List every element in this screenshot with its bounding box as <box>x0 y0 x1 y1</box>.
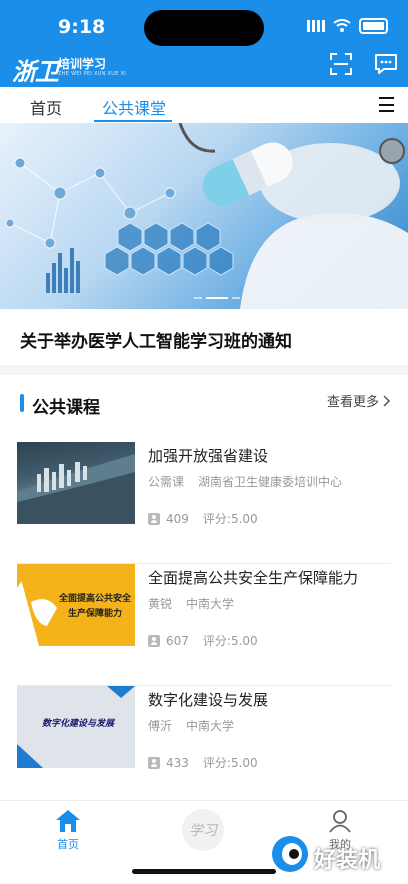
study-icon: 学习 <box>182 809 224 851</box>
app-header: 9:18 浙卫 培训学习 ZHE WEI PEI XUN XUE XI <box>0 0 408 87</box>
course-org: 湖南省卫生健康委培训中心 <box>198 475 343 489</box>
learner-count: 607 <box>166 633 189 648</box>
course-score: 评分:5.00 <box>202 512 258 526</box>
status-icons <box>307 18 388 34</box>
nav-study-label: 学习 <box>189 823 217 839</box>
watermark-text: 好装机 <box>314 848 381 873</box>
banner-illustration <box>5 123 408 309</box>
learners-icon <box>148 512 160 525</box>
tab-public-class[interactable]: 公共课堂 <box>102 95 166 119</box>
app-name: 培训学习 <box>58 57 107 71</box>
course-meta: 黄锐 中南大学 <box>148 595 234 612</box>
battery-icon <box>359 18 388 34</box>
learners-icon <box>148 756 160 769</box>
course-title[interactable]: 加强开放强省建设 <box>148 445 268 466</box>
signal-icon <box>307 20 325 32</box>
watermark: 好装机 <box>270 830 406 880</box>
view-more-label[interactable]: 查看更多 <box>327 391 379 410</box>
thumbnail-caption: 全面提高公共安全生产保障能力 <box>59 594 132 619</box>
course-score: 评分:5.00 <box>202 756 258 770</box>
course-item[interactable]: 数字化建设与发展 数字化建设与发展 傅沂 中南大学 433 评分:5.00 <box>0 686 408 808</box>
course-stats: 433 评分:5.00 <box>148 754 258 771</box>
course-author: 傅沂 <box>148 719 173 733</box>
section-accent-bar <box>20 394 24 412</box>
course-thumbnail[interactable] <box>17 442 135 524</box>
course-item[interactable]: 全面提高公共安全生产保障能力 全面提高公共安全生产保障能力 黄锐 中南大学 607… <box>0 564 408 686</box>
thumbnail-caption: 数字化建设与发展 <box>41 719 114 729</box>
learners-icon <box>148 634 160 647</box>
scan-icon[interactable] <box>330 53 352 75</box>
course-stats: 607 评分:5.00 <box>148 632 258 649</box>
course-author: 黄锐 <box>148 597 173 611</box>
menu-icon[interactable] <box>379 97 394 112</box>
app-name-pinyin: ZHE WEI PEI XUN XUE XI <box>58 71 127 77</box>
tab-home[interactable]: 首页 <box>30 95 62 119</box>
status-time: 9:18 <box>58 16 106 38</box>
course-item[interactable]: 加强开放强省建设 公需课 湖南省卫生健康委培训中心 409 评分:5.00 <box>0 442 408 564</box>
course-author: 公需课 <box>148 475 185 489</box>
dynamic-island <box>144 10 264 46</box>
home-icon <box>56 810 80 832</box>
chevron-right-icon <box>383 394 391 407</box>
carousel-indicator <box>194 297 240 299</box>
banner-carousel[interactable] <box>0 123 408 309</box>
course-title[interactable]: 全面提高公共安全生产保障能力 <box>148 567 358 588</box>
learner-count: 433 <box>166 755 189 770</box>
tab-active-indicator <box>94 120 172 122</box>
home-indicator <box>132 869 276 874</box>
view-more-link[interactable]: 查看更多 <box>327 391 391 410</box>
course-title[interactable]: 数字化建设与发展 <box>148 689 268 710</box>
course-score: 评分:5.00 <box>202 634 258 648</box>
course-meta: 公需课 湖南省卫生健康委培训中心 <box>148 473 342 490</box>
nav-study[interactable]: 学习 <box>180 809 226 851</box>
tab-bar: 首页 公共课堂 <box>0 87 408 123</box>
nav-home-label: 首页 <box>57 838 79 851</box>
learner-count: 409 <box>166 511 189 526</box>
section-title: 公共课程 <box>32 398 100 418</box>
notice-title[interactable]: 关于举办医学人工智能学习班的通知 <box>20 327 292 352</box>
course-meta: 傅沂 中南大学 <box>148 717 234 734</box>
course-stats: 409 评分:5.00 <box>148 510 258 527</box>
course-thumbnail[interactable]: 全面提高公共安全生产保障能力 <box>17 564 135 646</box>
banner-notice[interactable]: 关于举办医学人工智能学习班的通知 <box>0 309 408 365</box>
course-thumbnail[interactable]: 数字化建设与发展 <box>17 686 135 768</box>
message-icon[interactable] <box>374 53 398 75</box>
app-logo: 浙卫 <box>12 58 59 86</box>
section-separator <box>0 365 408 375</box>
course-org: 中南大学 <box>186 597 235 611</box>
wifi-icon <box>333 19 351 32</box>
nav-home[interactable]: 首页 <box>50 809 86 852</box>
course-org: 中南大学 <box>186 719 235 733</box>
